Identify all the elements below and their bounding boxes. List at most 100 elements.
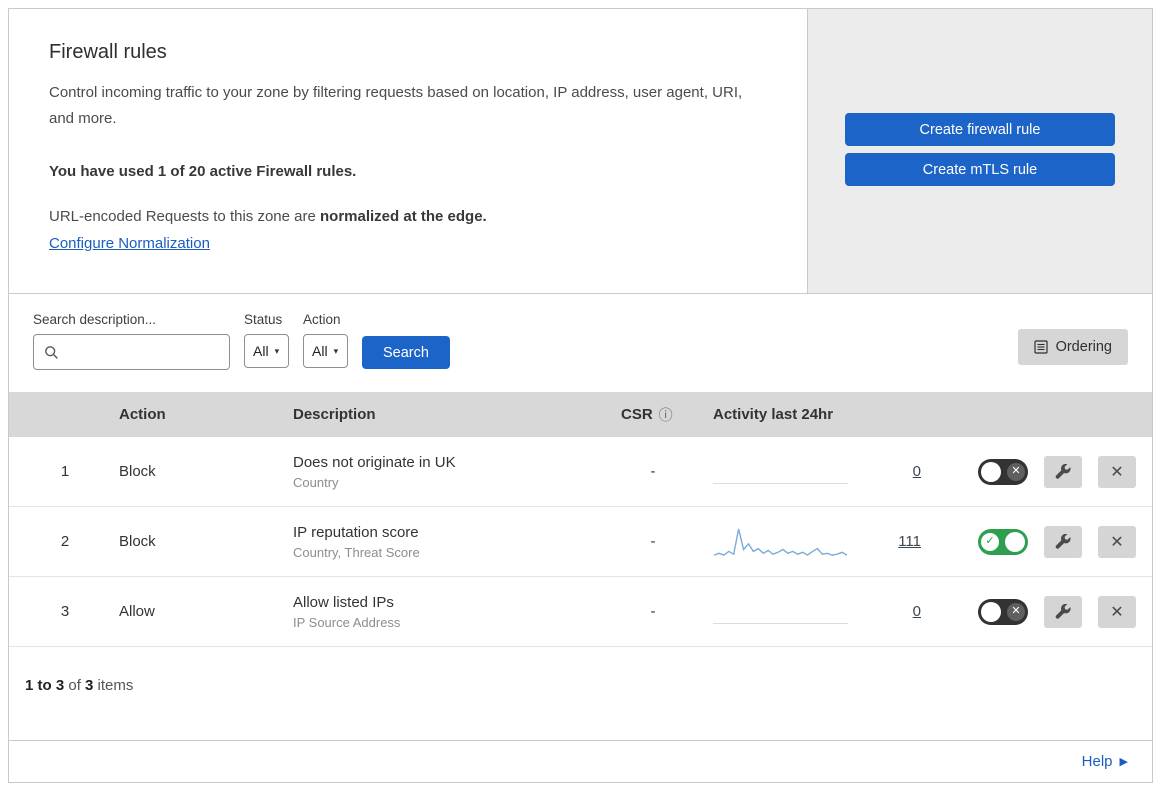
activity-sparkline-empty <box>713 600 848 624</box>
rule-controls: ✓ ✕ ✕ <box>961 455 1136 488</box>
table-row: 1 Block Does not originate in UK Country… <box>9 437 1152 507</box>
create-mtls-rule-button[interactable]: Create mTLS rule <box>845 153 1115 186</box>
action-dropdown[interactable]: All ▾ <box>303 334 348 368</box>
edit-rule-button[interactable] <box>1044 595 1082 628</box>
rule-action: Allow <box>119 603 155 620</box>
activity-sparkline-empty <box>713 460 848 484</box>
action-column-header: Action <box>119 406 166 423</box>
toggle-knob <box>1005 531 1025 552</box>
rule-description: Allow listed IPs <box>293 593 394 611</box>
toggle-knob <box>981 461 1001 482</box>
ordering-icon <box>1033 340 1048 354</box>
chevron-down-icon: ▾ <box>333 345 339 356</box>
rule-priority: 2 <box>60 533 70 550</box>
status-dropdown[interactable]: All ▾ <box>244 334 289 368</box>
rule-controls: ✓ ✕ ✕ <box>961 595 1136 628</box>
table-row: 2 Block IP reputation score Country, Thr… <box>9 507 1152 577</box>
normalization-text: URL-encoded Requests to this zone are <box>49 207 320 225</box>
normalization-note: URL-encoded Requests to this zone are no… <box>49 208 767 225</box>
rule-controls: ✓ ✕ ✕ <box>961 525 1136 558</box>
status-filter-group: Status All ▾ <box>244 312 289 368</box>
rule-criteria: IP Source Address <box>293 614 401 630</box>
check-icon: ✓ <box>981 532 999 551</box>
enable-rule-toggle[interactable]: ✓ ✕ <box>978 458 1028 485</box>
search-icon <box>45 345 58 359</box>
wrench-icon <box>1055 463 1071 479</box>
usage-summary: You have used 1 of 20 active Firewall ru… <box>49 162 357 180</box>
configure-normalization-link[interactable]: Configure Normalization <box>49 235 210 252</box>
ordering-button-label: Ordering <box>1055 339 1112 355</box>
create-firewall-rule-button[interactable]: Create firewall rule <box>845 113 1115 146</box>
delete-rule-button[interactable]: ✕ <box>1098 525 1136 558</box>
table-header: Action Description CSR ⓘ Activity last 2… <box>9 392 1152 437</box>
page-title: Firewall rules <box>49 41 167 63</box>
csr-column-label: CSR <box>621 406 653 423</box>
rule-csr: - <box>650 533 656 550</box>
activity-count-link[interactable]: 0 <box>913 463 921 480</box>
top-section: Firewall rules Control incoming traffic … <box>9 9 1152 294</box>
ordering-button[interactable]: Ordering <box>1017 329 1128 365</box>
table-row: 3 Allow Allow listed IPs IP Source Addre… <box>9 577 1152 647</box>
rule-description-cell: IP reputation score Country, Threat Scor… <box>279 524 607 560</box>
activity-sparkline <box>713 528 848 556</box>
rule-description: Does not originate in UK <box>293 453 456 471</box>
filter-bar: Search description... Status All ▾ Actio… <box>9 294 1152 392</box>
search-box[interactable] <box>33 334 230 370</box>
toggle-knob <box>981 601 1001 622</box>
info-icon[interactable]: ⓘ <box>659 405 673 425</box>
edit-rule-button[interactable] <box>1044 455 1082 488</box>
help-bar: Help ▶ <box>9 740 1152 782</box>
help-arrow-icon: ▶ <box>1119 756 1128 768</box>
help-link[interactable]: Help ▶ <box>1082 753 1128 770</box>
edit-rule-button[interactable] <box>1044 525 1082 558</box>
help-label: Help <box>1081 753 1113 770</box>
action-dropdown-value: All <box>312 343 328 359</box>
delete-icon: ✕ <box>1110 463 1124 481</box>
delete-icon: ✕ <box>1110 603 1124 621</box>
description-column-header: Description <box>293 406 376 423</box>
intro-panel: Firewall rules Control incoming traffic … <box>9 9 808 293</box>
x-icon: ✕ <box>1007 462 1025 481</box>
x-icon: ✕ <box>1007 602 1025 621</box>
rule-priority: 3 <box>60 603 70 620</box>
actions-panel: Create firewall rule Create mTLS rule <box>808 9 1152 293</box>
enable-rule-toggle[interactable]: ✓ ✕ <box>978 598 1028 625</box>
page-description: Control incoming traffic to your zone by… <box>49 84 743 128</box>
normalization-bold-text: normalized at the edge. <box>320 207 487 225</box>
activity-count-link[interactable]: 0 <box>913 603 921 620</box>
rule-criteria: Country, Threat Score <box>293 544 420 560</box>
delete-rule-button[interactable]: ✕ <box>1098 595 1136 628</box>
rule-description: IP reputation score <box>293 523 419 541</box>
wrench-icon <box>1055 603 1071 619</box>
activity-column-header: Activity last 24hr <box>713 406 834 423</box>
items-range: 1 to 3 <box>25 677 65 694</box>
status-dropdown-value: All <box>253 343 269 359</box>
of-text: of <box>64 677 86 694</box>
rule-criteria: Country <box>293 474 339 490</box>
rule-action: Block <box>119 463 156 480</box>
rule-priority: 1 <box>60 463 70 480</box>
search-label: Search description... <box>33 312 157 327</box>
csr-column-header: CSR ⓘ <box>607 405 699 425</box>
enable-rule-toggle[interactable]: ✓ ✕ <box>978 528 1028 555</box>
rule-csr: - <box>650 463 656 480</box>
delete-icon: ✕ <box>1110 533 1124 551</box>
rule-csr: - <box>650 603 656 620</box>
pagination-summary: 1 to 3 of 3 items <box>9 647 1152 714</box>
search-input[interactable] <box>65 343 219 361</box>
items-text: items <box>93 677 134 694</box>
action-label: Action <box>303 312 341 327</box>
wrench-icon <box>1055 533 1071 549</box>
search-group: Search description... <box>33 312 230 370</box>
rule-activity-cell: 0 <box>699 460 961 484</box>
rule-action: Block <box>119 533 156 550</box>
activity-count-link[interactable]: 111 <box>898 533 921 550</box>
search-button[interactable]: Search <box>362 336 450 369</box>
delete-rule-button[interactable]: ✕ <box>1098 455 1136 488</box>
rule-description-cell: Does not originate in UK Country <box>279 454 607 490</box>
status-label: Status <box>244 312 283 327</box>
rule-activity-cell: 0 <box>699 600 961 624</box>
rule-activity-cell: 111 <box>699 525 961 559</box>
action-filter-group: Action All ▾ <box>303 312 348 368</box>
chevron-down-icon: ▾ <box>274 345 280 356</box>
